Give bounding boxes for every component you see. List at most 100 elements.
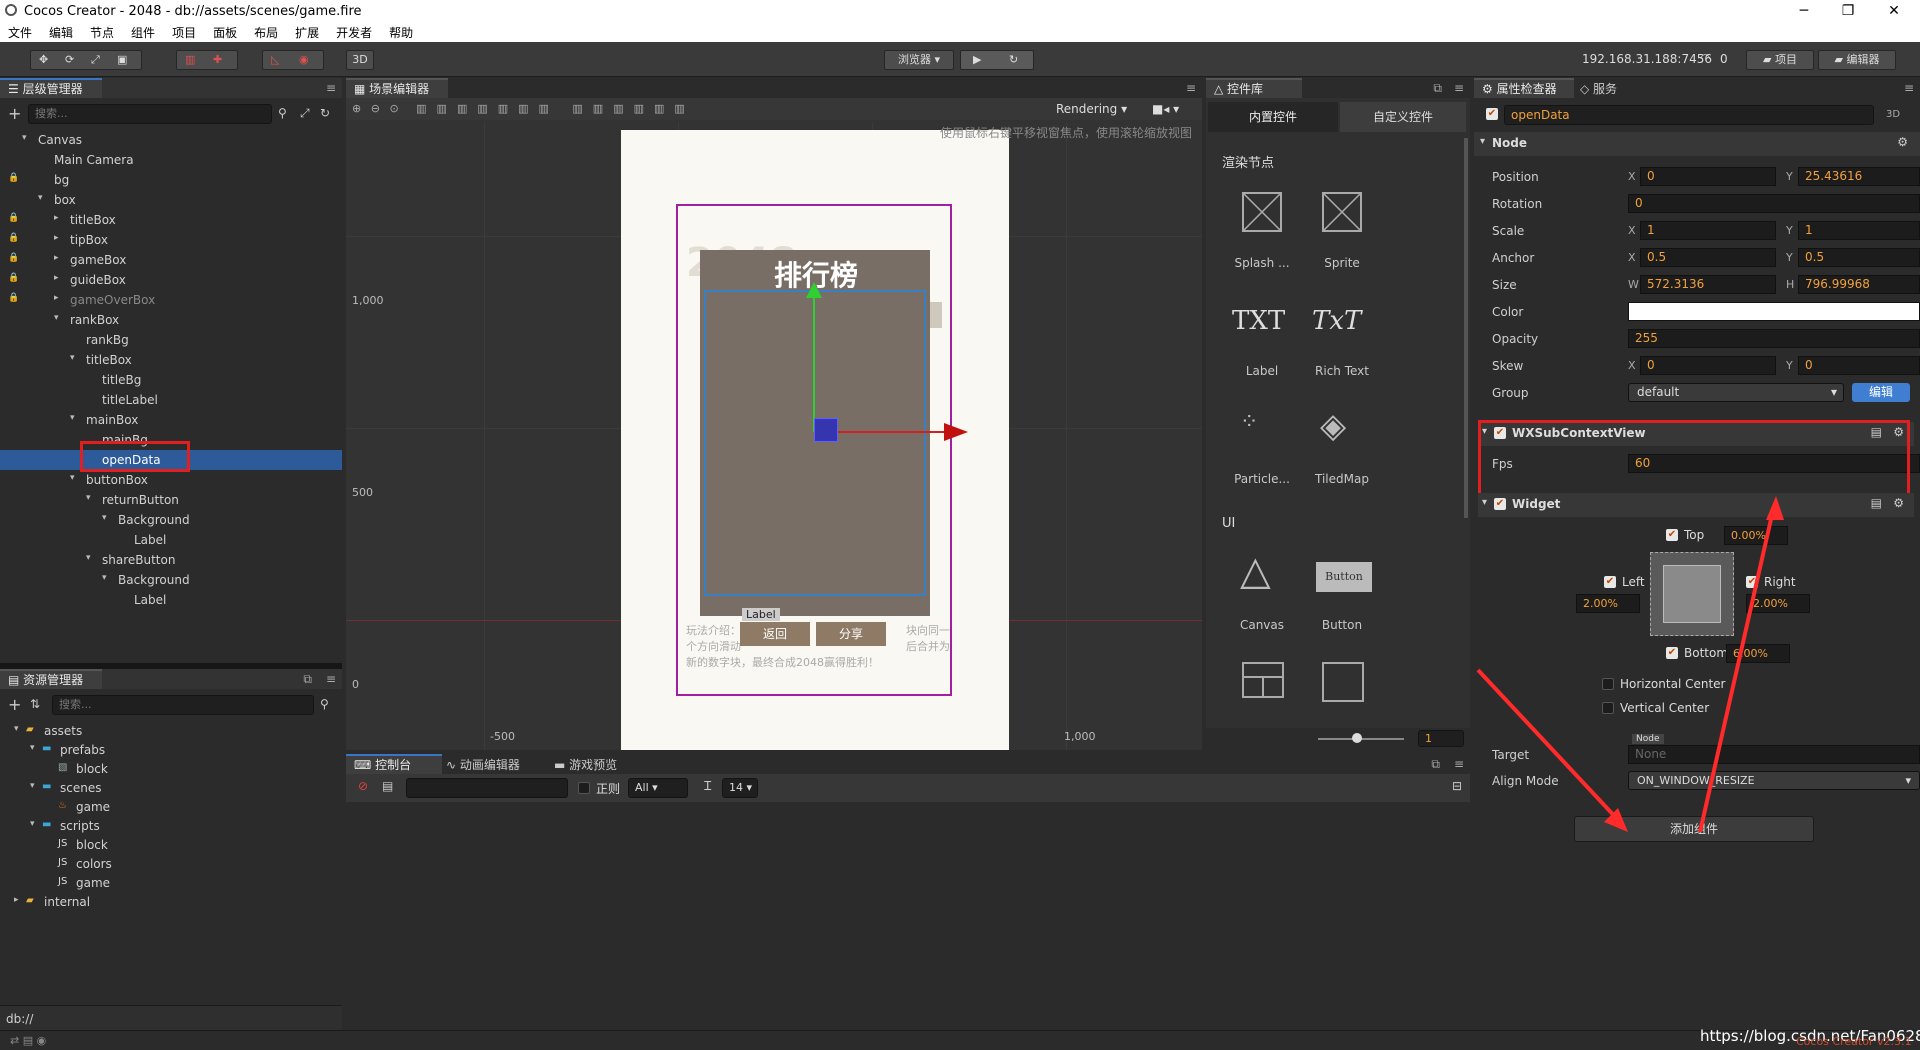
size-w-input[interactable]: 572.3136 — [1640, 275, 1776, 294]
hierarchy-node[interactable]: Label — [0, 590, 342, 610]
hierarchy-node[interactable]: ▾ mainBox — [0, 410, 342, 430]
horizontal-center-checkbox[interactable] — [1602, 678, 1614, 690]
layout-widget-icon[interactable] — [1242, 662, 1284, 698]
asset-item[interactable]: ▾ ▰ assets — [0, 722, 342, 741]
expand-arrow-icon[interactable]: ▸ — [54, 273, 66, 283]
add-node-icon[interactable]: + — [8, 104, 21, 123]
group-edit-button[interactable]: 编辑 — [1852, 383, 1910, 402]
expand-icon[interactable]: ⤢ — [300, 106, 310, 121]
opacity-input[interactable]: 255 — [1628, 329, 1920, 348]
hierarchy-node[interactable]: ▾ Background — [0, 510, 342, 530]
add-asset-icon[interactable]: + — [8, 695, 21, 714]
zoom-in-icon[interactable]: ⊕ — [352, 102, 361, 115]
asset-item[interactable]: ▧ block — [0, 760, 342, 779]
expand-arrow-icon[interactable]: ▾ — [30, 819, 35, 829]
expand-arrow-icon[interactable]: ▾ — [14, 724, 19, 734]
popout-icon[interactable]: ⧉ — [303, 672, 312, 687]
panel-menu-icon[interactable]: ≡ — [1454, 81, 1464, 95]
panel-menu-icon[interactable]: ≡ — [1454, 757, 1464, 771]
label-widget-icon[interactable]: TXT — [1232, 306, 1285, 336]
hierarchy-node[interactable]: 🔒 ▸ titleBox — [0, 210, 342, 230]
browser-select[interactable]: 浏览器 ▾ — [884, 50, 954, 70]
lock-icon[interactable]: 🔒 — [8, 213, 19, 223]
widget-top-checkbox[interactable]: ✔ — [1666, 529, 1678, 541]
align-mode-select[interactable]: ON_WINDOW_RESIZE ▾ — [1628, 771, 1920, 790]
tab-services[interactable]: ◇ 服务 — [1580, 80, 1617, 97]
y-axis-arrow-icon[interactable] — [806, 282, 822, 298]
skew-x-input[interactable]: 0 — [1640, 356, 1776, 375]
hierarchy-node[interactable]: titleBg — [0, 370, 342, 390]
menu-file[interactable]: 文件 — [8, 24, 32, 41]
hierarchy-node[interactable]: ▾ buttonBox — [0, 470, 342, 490]
expand-arrow-icon[interactable]: ▾ — [102, 573, 114, 583]
hierarchy-node[interactable]: ▾ titleBox — [0, 350, 342, 370]
expand-arrow-icon[interactable]: ▸ — [54, 233, 66, 243]
move-tool-icon[interactable]: ✥ — [39, 51, 48, 69]
asset-item[interactable]: JS block — [0, 836, 342, 855]
open-project-button[interactable]: ▰ 项目 — [1746, 50, 1814, 70]
asset-item[interactable]: ▾ ▬ prefabs — [0, 741, 342, 760]
share-button[interactable]: 分享 — [816, 622, 886, 646]
canvas-widget-icon[interactable]: △ — [1240, 548, 1271, 594]
tab-scene[interactable]: ▦ 场景编辑器 — [346, 78, 448, 98]
hierarchy-node[interactable]: rankBg — [0, 330, 342, 350]
hierarchy-node[interactable]: 🔒 bg — [0, 170, 342, 190]
button-widget-icon[interactable]: Button — [1316, 562, 1372, 592]
rendering-select[interactable]: Rendering ▾ — [1056, 102, 1127, 116]
expand-arrow-icon[interactable]: ▾ — [30, 781, 35, 791]
hierarchy-node[interactable]: ▾ Background — [0, 570, 342, 590]
anchor-icon[interactable]: ▥ — [185, 51, 195, 69]
particle-icon[interactable]: ⁘ — [1240, 410, 1260, 435]
rotate-tool-icon[interactable]: ⟳ — [65, 51, 74, 69]
target-input[interactable]: None — [1628, 745, 1920, 764]
anchor-x-input[interactable]: 0.5 — [1640, 248, 1776, 267]
open-editor-button[interactable]: ▰ 编辑器 — [1818, 50, 1896, 70]
open-log-icon[interactable]: ▤ — [382, 779, 393, 793]
tab-console[interactable]: ⌨ 控制台 — [346, 754, 442, 774]
hierarchy-node[interactable]: ▾ Canvas — [0, 130, 342, 150]
widget-right-checkbox[interactable]: ✔ — [1746, 576, 1758, 588]
widget-left-input[interactable]: 2.00% — [1576, 594, 1640, 613]
rotation-input[interactable]: 0 — [1628, 194, 1920, 213]
hierarchy-node[interactable]: 🔒 ▸ gameBox — [0, 250, 342, 270]
assets-search-input[interactable]: 搜索... — [52, 695, 314, 715]
zoom-out-icon[interactable]: ⊖ — [371, 102, 380, 115]
settings-icon[interactable]: ⚙ — [1893, 496, 1904, 510]
expand-arrow-icon[interactable]: ▾ — [86, 493, 98, 503]
center-icon[interactable]: ✚ — [213, 51, 222, 69]
splash-icon[interactable] — [1242, 192, 1282, 232]
tab-hierarchy[interactable]: ☰ 层级管理器 — [0, 78, 102, 98]
node-name-input[interactable]: openData — [1504, 105, 1874, 125]
menu-extension[interactable]: 扩展 — [295, 24, 319, 41]
lock-icon[interactable]: 🔒 — [8, 173, 19, 183]
collapse-icon[interactable]: ⊟ — [1452, 779, 1462, 793]
maximize-button[interactable]: ❐ — [1826, 0, 1870, 22]
asset-item[interactable]: JS colors — [0, 855, 342, 874]
zoom-slider-thumb[interactable] — [1352, 733, 1362, 743]
hierarchy-node[interactable]: 🔒 ▸ guideBox — [0, 270, 342, 290]
node-section-header[interactable]: ▾ Node ⚙ — [1474, 132, 1920, 156]
lock-icon[interactable]: 🔒 — [8, 293, 19, 303]
menu-developer[interactable]: 开发者 — [336, 24, 372, 41]
widget-component-header[interactable]: ▾ ✔ Widget ▤ ⚙ — [1478, 493, 1914, 517]
close-button[interactable]: ✕ — [1872, 0, 1916, 22]
asset-item[interactable]: ▾ ▬ scenes — [0, 779, 342, 798]
lock-icon[interactable]: 🔒 — [8, 233, 19, 243]
expand-arrow-icon[interactable]: ▾ — [30, 743, 35, 753]
zoom-input[interactable]: 1 — [1418, 730, 1464, 747]
widget-right-input[interactable]: 2.00% — [1746, 594, 1810, 613]
widget-left-checkbox[interactable]: ✔ — [1604, 576, 1616, 588]
font-size-select[interactable]: 14 ▾ — [722, 778, 758, 798]
group-select[interactable]: default ▾ — [1628, 383, 1844, 402]
lock-icon[interactable]: 🔒 — [8, 253, 19, 263]
zoom-fit-icon[interactable]: ⊙ — [389, 102, 398, 115]
x-axis-arrow-icon[interactable] — [944, 423, 968, 441]
tab-assets[interactable]: ▤ 资源管理器 — [0, 669, 102, 689]
play-icon[interactable]: ▶ — [973, 51, 981, 69]
local-coord-icon[interactable]: ◺ — [271, 51, 279, 69]
anchor-y-input[interactable]: 0.5 — [1798, 248, 1920, 267]
asset-item[interactable]: ▾ ▬ scripts — [0, 817, 342, 836]
scrollview-widget-icon[interactable] — [1322, 662, 1364, 702]
sprite-icon[interactable] — [1322, 192, 1362, 232]
expand-arrow-icon[interactable]: ▸ — [54, 253, 66, 263]
